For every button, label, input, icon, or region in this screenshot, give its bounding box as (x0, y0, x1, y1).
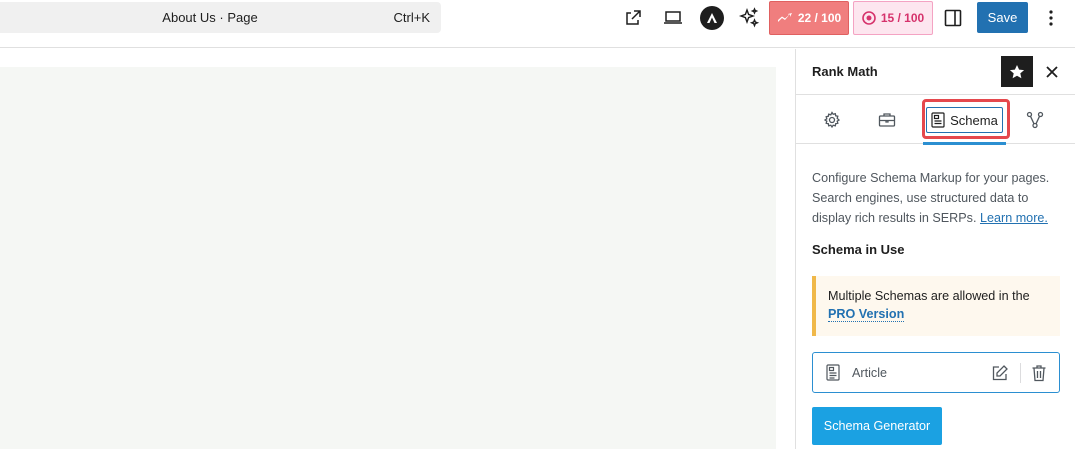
schema-item-separator (1020, 363, 1021, 383)
pro-version-link[interactable]: PRO Version (828, 307, 905, 322)
edit-schema-icon[interactable] (991, 364, 1011, 384)
schema-item-icon (826, 364, 840, 381)
document-title: About Us · Page (162, 10, 258, 25)
schema-item-name: Article (852, 366, 887, 380)
share-nodes-icon (1026, 111, 1044, 129)
schema-item: Article (812, 352, 1060, 393)
schema-tab-inner: Schema (926, 107, 1003, 133)
sidebar-toggle-icon[interactable] (940, 5, 966, 31)
learn-more-link[interactable]: Learn more. (980, 211, 1048, 225)
tab-general[interactable] (814, 96, 850, 144)
rank-math-sidebar: Rank Math Schema Configure Schema Markup… (795, 49, 1075, 449)
tab-advanced[interactable] (869, 96, 905, 144)
schema-description: Configure Schema Markup for your pages. … (812, 168, 1062, 228)
command-palette-bar[interactable]: About Us · Page Ctrl+K (0, 2, 441, 33)
seo-score-button[interactable]: 22 / 100 (769, 1, 849, 35)
schema-tab-label: Schema (950, 112, 998, 128)
pro-notice: Multiple Schemas are allowed in the PRO … (812, 276, 1060, 336)
schema-in-use-heading: Schema in Use (812, 242, 905, 257)
keyboard-shortcut: Ctrl+K (393, 10, 430, 25)
star-icon (1009, 64, 1025, 78)
schema-generator-button[interactable]: Schema Generator (812, 407, 942, 445)
close-sidebar-button[interactable] (1040, 60, 1064, 84)
tab-schema[interactable]: Schema (923, 96, 1006, 145)
pin-star-button[interactable] (1001, 56, 1033, 87)
more-options-icon[interactable] (1038, 5, 1064, 31)
sidebar-title: Rank Math (812, 64, 878, 79)
schema-icon (931, 112, 945, 128)
tab-social[interactable] (1017, 96, 1053, 144)
content-ai-icon (862, 11, 876, 25)
editor-area (0, 49, 795, 449)
sparkles-icon[interactable] (736, 5, 762, 31)
editor-top-bar: About Us · Page Ctrl+K 22 / 100 15 / 100… (0, 0, 1075, 48)
astra-logo-icon[interactable] (699, 5, 725, 31)
rank-math-icon (777, 13, 792, 22)
desktop-preview-icon[interactable] (660, 5, 686, 31)
pro-notice-text: Multiple Schemas are allowed in the (828, 289, 1030, 303)
seo-score-value: 22 / 100 (797, 11, 842, 25)
content-ai-score-button[interactable]: 15 / 100 (853, 1, 933, 35)
gear-icon (823, 111, 841, 129)
content-ai-score-value: 15 / 100 (880, 11, 925, 25)
briefcase-icon (878, 113, 896, 127)
delete-schema-icon[interactable] (1031, 364, 1051, 384)
sidebar-tabs: Schema (796, 96, 1075, 145)
close-icon (1046, 66, 1058, 78)
save-button[interactable]: Save (977, 2, 1028, 33)
external-link-icon[interactable] (620, 5, 646, 31)
sidebar-header: Rank Math (796, 49, 1075, 95)
editor-canvas[interactable] (0, 67, 776, 449)
